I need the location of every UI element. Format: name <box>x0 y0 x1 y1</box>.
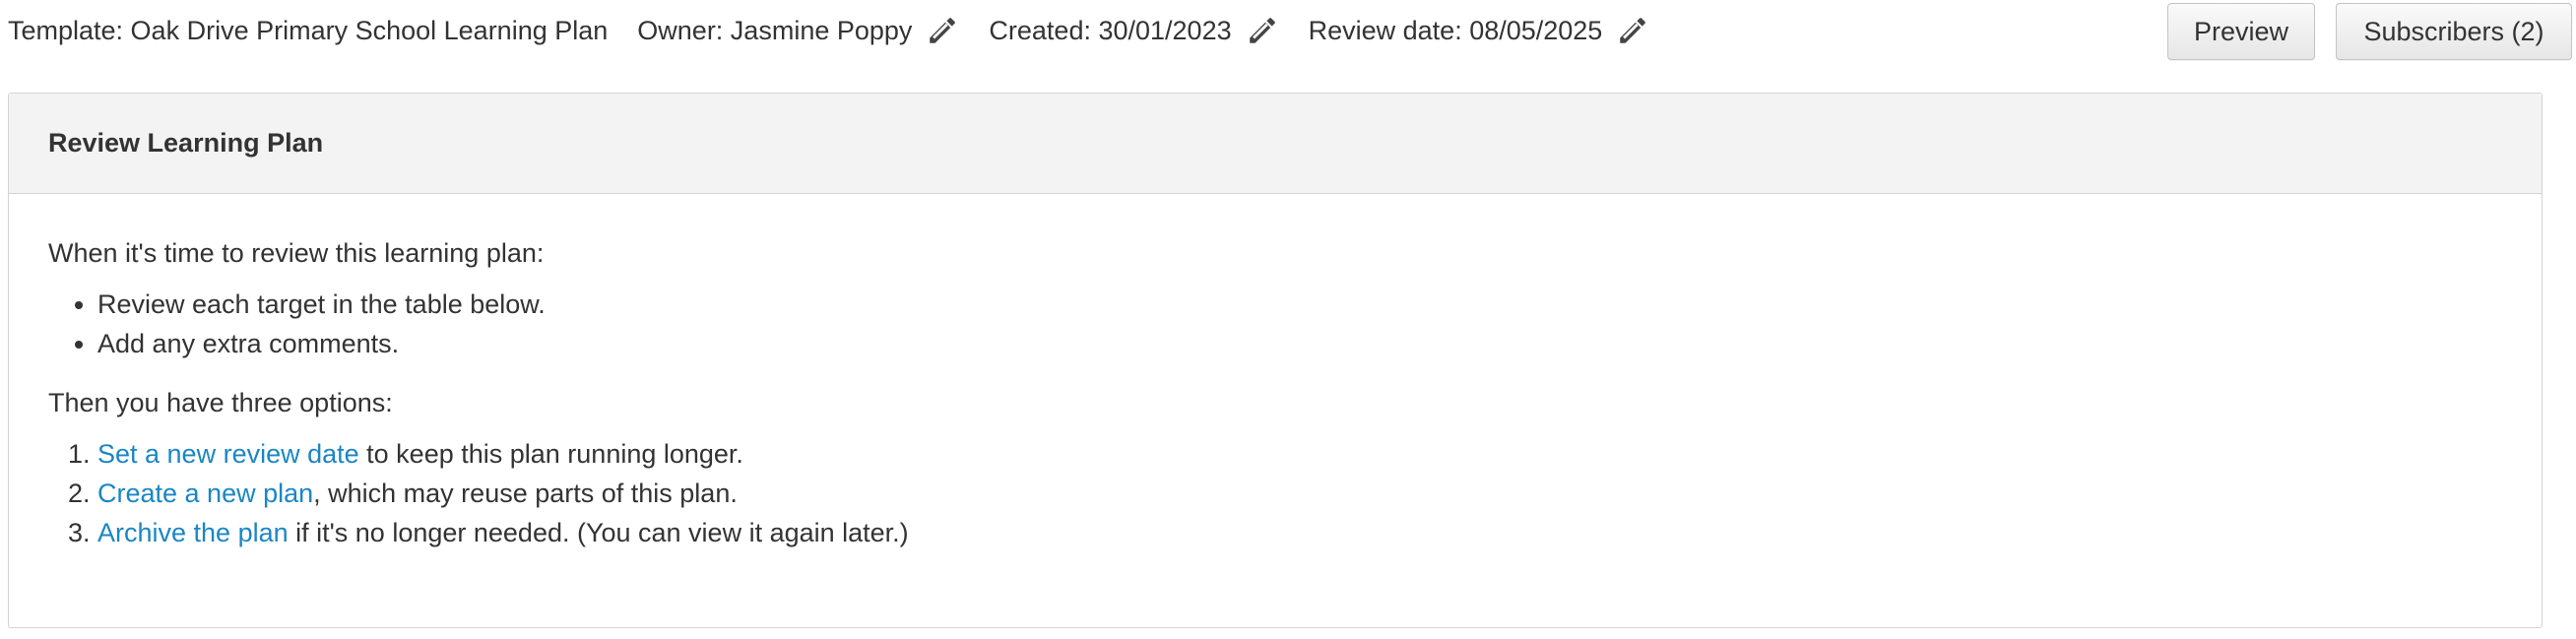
option-text: , which may reuse parts of this plan. <box>313 479 738 508</box>
archive-plan-link[interactable]: Archive the plan <box>97 518 289 547</box>
option-item: Archive the plan if it's no longer neede… <box>97 513 2502 552</box>
options-list: Set a new review date to keep this plan … <box>48 434 2502 552</box>
create-new-plan-link[interactable]: Create a new plan <box>97 479 313 508</box>
option-text: to keep this plan running longer. <box>358 439 743 469</box>
created-info: Created: 30/01/2023 <box>989 14 1278 47</box>
review-panel: Review Learning Plan When it's time to r… <box>8 93 2543 628</box>
top-bar: Template: Oak Drive Primary School Learn… <box>0 0 2576 65</box>
panel-title: Review Learning Plan <box>48 128 324 158</box>
preview-button[interactable]: Preview <box>2167 3 2315 60</box>
review-date-label: Review date: 08/05/2025 <box>1308 15 1603 45</box>
option-text: if it's no longer needed. (You can view … <box>288 518 909 547</box>
pencil-icon[interactable] <box>1616 14 1649 47</box>
plan-meta: Template: Oak Drive Primary School Learn… <box>8 14 1679 47</box>
owner-label: Owner: Jasmine Poppy <box>637 15 913 45</box>
review-steps-list: Review each target in the table below. A… <box>48 285 2502 363</box>
set-review-date-link[interactable]: Set a new review date <box>97 439 359 469</box>
intro-text: When it's time to review this learning p… <box>48 238 545 268</box>
list-item: Review each target in the table below. <box>97 285 2502 324</box>
review-date-info: Review date: 08/05/2025 <box>1309 14 1650 47</box>
created-label: Created: 30/01/2023 <box>989 15 1232 45</box>
template-info: Template: Oak Drive Primary School Learn… <box>8 16 608 46</box>
panel-body: When it's time to review this learning p… <box>9 194 2542 552</box>
pencil-icon[interactable] <box>1246 14 1279 47</box>
template-label: Template: Oak Drive Primary School Learn… <box>8 15 609 45</box>
option-item: Create a new plan, which may reuse parts… <box>97 474 2502 513</box>
options-intro-text: Then you have three options: <box>48 388 393 417</box>
panel-header: Review Learning Plan <box>9 94 2542 194</box>
option-item: Set a new review date to keep this plan … <box>97 434 2502 474</box>
pencil-icon[interactable] <box>926 14 959 47</box>
list-item: Add any extra comments. <box>97 324 2502 363</box>
subscribers-button[interactable]: Subscribers (2) <box>2336 3 2572 60</box>
owner-info: Owner: Jasmine Poppy <box>637 14 959 47</box>
